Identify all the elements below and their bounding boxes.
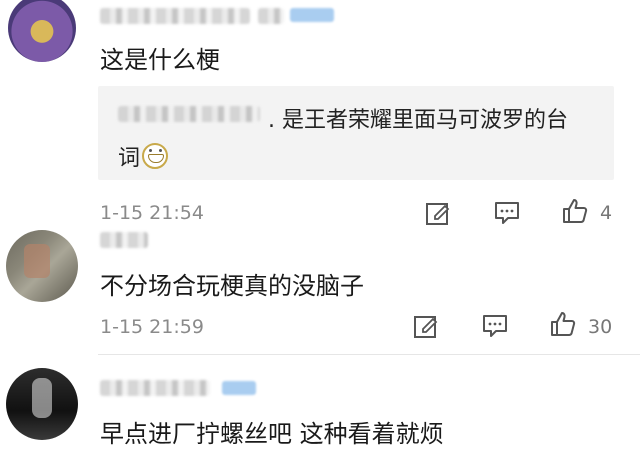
reply-text: . 是王者荣耀里面马可波罗的台 xyxy=(268,108,568,133)
like-count: 4 xyxy=(600,202,613,224)
comment-icon[interactable] xyxy=(494,200,520,226)
thumbs-up-icon[interactable] xyxy=(550,311,576,337)
timestamp: 1-15 21:54 xyxy=(100,202,204,224)
comment-text: 这是什么梗 xyxy=(100,46,220,74)
like-count: 30 xyxy=(588,316,613,338)
grin-emoji-icon xyxy=(142,143,169,169)
edit-icon[interactable] xyxy=(425,200,451,226)
comment-text: 早点进厂拧螺丝吧 这种看着就烦 xyxy=(100,420,444,448)
comment-text: 不分场合玩梗真的没脑子 xyxy=(100,272,364,300)
username-blurred[interactable] xyxy=(100,380,210,396)
username-blurred[interactable] xyxy=(100,232,148,248)
user-badge xyxy=(222,381,256,395)
reply-text-continued: 词 xyxy=(118,140,169,172)
edit-icon[interactable] xyxy=(413,313,439,339)
username-blurred[interactable] xyxy=(100,8,250,24)
divider xyxy=(98,354,640,355)
comment-icon[interactable] xyxy=(482,313,508,339)
avatar[interactable] xyxy=(8,0,76,62)
username-blurred xyxy=(258,8,284,24)
user-badge xyxy=(290,8,334,22)
reply-username-blurred[interactable] xyxy=(118,106,260,122)
timestamp: 1-15 21:59 xyxy=(100,316,204,338)
avatar[interactable] xyxy=(6,230,78,302)
avatar[interactable] xyxy=(6,368,78,440)
thumbs-up-icon[interactable] xyxy=(562,198,588,224)
